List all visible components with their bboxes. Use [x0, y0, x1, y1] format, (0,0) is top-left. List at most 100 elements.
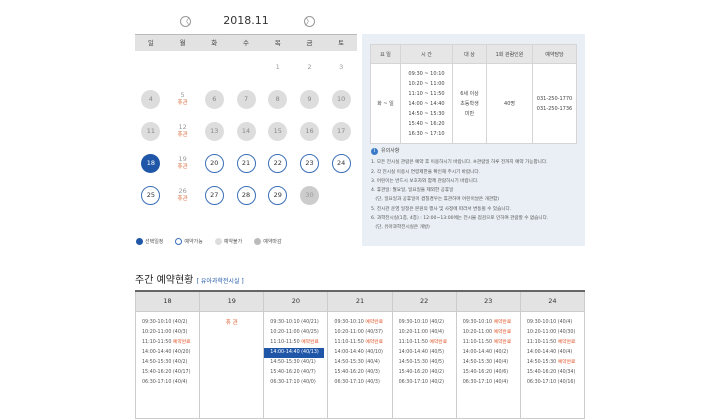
- day-circle: 11: [141, 121, 161, 141]
- calendar-day[interactable]: 24: [325, 147, 357, 179]
- time-slot[interactable]: 09:30-10:10 (40/2): [136, 318, 199, 328]
- day-circle: 8: [268, 89, 288, 109]
- slot-time: 11:10-11:50: [462, 339, 494, 345]
- time-slot[interactable]: 14:50-15:30 예약완료: [521, 358, 584, 368]
- time-slot[interactable]: 15:40-16:20 (40/17): [136, 368, 199, 378]
- slot-time: 06:30-17:10 (40/4): [142, 380, 188, 386]
- slot-time: 14:00-14:40 (40/10): [334, 349, 383, 355]
- calendar-day: 5 휴관: [167, 83, 199, 115]
- time-slot[interactable]: 09:30-10:10 (40/4): [521, 318, 584, 328]
- calendar-day[interactable]: 20: [198, 147, 230, 179]
- time-slot[interactable]: 09:30-10:10 (40/2): [393, 318, 456, 328]
- time-slot[interactable]: 11:10-11:50 예약완료: [136, 338, 199, 348]
- slot-time: 14:00-14:40 (40/4): [526, 349, 573, 355]
- slot-time: 14:50-15:30 (40/2): [142, 359, 188, 365]
- time-slot[interactable]: 06:30-17:10 (40/16): [521, 378, 584, 388]
- slot-time: 15:40-16:20 (40/2): [398, 369, 444, 375]
- time-slot[interactable]: 14:00-14:40 (40/13): [264, 347, 325, 358]
- info-line: 14:00 ~ 14:40: [408, 100, 445, 107]
- time-slot[interactable]: 06:30-17:10 (40/4): [457, 378, 520, 388]
- time-slot[interactable]: 09:30-10:10 (40/21): [264, 318, 327, 328]
- calendar-day: [325, 179, 357, 211]
- time-slot[interactable]: 10:20-11:00 (40/25): [264, 328, 327, 338]
- calendar-legend: 선택일정 예약가능 예약불가 예약마감: [136, 238, 282, 245]
- time-slot[interactable]: 15:40-16:20 (40/3): [328, 368, 391, 378]
- header-capacity: 1회 관람인원: [486, 44, 533, 64]
- day-circle: 30: [299, 185, 319, 205]
- time-slot[interactable]: 15:40-16:20 (40/2): [393, 368, 456, 378]
- slot-time: 11:10-11:50: [526, 339, 558, 345]
- calendar-weekday-header: 일월화수목금토: [135, 34, 357, 51]
- time-slot[interactable]: 10:20-11:00 (40/4): [393, 328, 456, 338]
- calendar-day[interactable]: 21: [230, 147, 262, 179]
- time-slot[interactable]: 14:50-15:30 (40/4): [328, 358, 391, 368]
- calendar-day: 8: [262, 83, 294, 115]
- day-number: 12: [178, 123, 187, 131]
- time-slot[interactable]: 10:20-11:00 (40/30): [521, 328, 584, 338]
- day-circle[interactable]: 24: [331, 153, 351, 173]
- time-slot[interactable]: 10:20-11:00 예약완료: [457, 328, 520, 338]
- time-slot[interactable]: 06:30-17:10 (40/2): [393, 378, 456, 388]
- weekly-day-header: 20: [263, 291, 329, 311]
- time-slot[interactable]: 06:30-17:10 (40/0): [264, 378, 327, 388]
- time-slot[interactable]: 06:30-17:10 (40/4): [136, 378, 199, 388]
- time-slot[interactable]: 14:00-14:40 (40/2): [457, 348, 520, 358]
- calendar-day[interactable]: 18: [135, 147, 167, 179]
- time-slot[interactable]: 11:10-11:50 예약완료: [521, 338, 584, 348]
- calendar-day: 3: [325, 51, 357, 83]
- slot-time: 14:50-15:30 (40/4): [462, 359, 509, 365]
- time-slot[interactable]: 15:40-16:20 (40/34): [521, 368, 584, 378]
- calendar-day[interactable]: 27: [198, 179, 230, 211]
- time-slot[interactable]: 14:50-15:30 (40/4): [457, 358, 520, 368]
- day-circle[interactable]: 20: [204, 153, 224, 173]
- time-slot[interactable]: 15:40-16:20 (40/7): [264, 368, 327, 378]
- time-slot[interactable]: 15:40-16:20 (40/6): [457, 368, 520, 378]
- time-slot[interactable]: 11:10-11:50 예약완료: [264, 338, 327, 348]
- note-item: (단, 일요일과 공휴일이 겹칠경우는 휴관하며 어린이날은 개관함): [371, 197, 500, 203]
- weekday-label: 일: [147, 39, 154, 47]
- calendar-day[interactable]: 28: [230, 179, 262, 211]
- weekly-day-header: 24: [519, 291, 586, 311]
- time-slot[interactable]: 10:20-11:00 (40/3): [136, 328, 199, 338]
- time-slot[interactable]: 14:50-15:30 (40/1): [264, 358, 327, 368]
- calendar-day[interactable]: 29: [262, 179, 294, 211]
- day-circle[interactable]: 21: [236, 153, 256, 173]
- day-circle[interactable]: 18: [141, 153, 161, 173]
- time-slot[interactable]: 14:50-15:30 (40/5): [393, 358, 456, 368]
- note-item: 5. 전시관 운영 일정은 본원의 행사 및 사정에 따라서 변동될 수 있습니…: [371, 206, 512, 212]
- calendar-day[interactable]: 25: [135, 179, 167, 211]
- time-slot[interactable]: 14:00-14:40 (40/10): [328, 348, 391, 358]
- day-circle[interactable]: 27: [204, 185, 224, 205]
- next-month-button[interactable]: 〉: [304, 16, 315, 27]
- time-slot[interactable]: 11:10-11:50 예약완료: [393, 338, 456, 348]
- slot-time: 10:20-11:00 (40/30): [526, 329, 576, 335]
- calendar-day: 16: [294, 115, 326, 147]
- slot-time: 14:00-14:40 (40/5): [398, 349, 444, 355]
- slot-time: 09:30-10:10 (40/2): [398, 319, 444, 325]
- day-circle[interactable]: 25: [141, 185, 161, 205]
- day-circle[interactable]: 23: [299, 153, 319, 173]
- day-number: 3: [339, 63, 344, 71]
- time-slot[interactable]: 06:30-17:10 (40/3): [328, 378, 391, 388]
- time-slot[interactable]: 11:10-11:50 예약완료: [328, 338, 391, 348]
- weekly-day-column: 09:30-10:10 (40/4) 10:20-11:00 (40/30) 11:…: [519, 310, 586, 419]
- day-circle[interactable]: 22: [268, 153, 288, 173]
- time-slot[interactable]: 14:50-15:30 (40/2): [136, 358, 199, 368]
- calendar-day[interactable]: 22: [262, 147, 294, 179]
- calendar-day[interactable]: 23: [294, 147, 326, 179]
- prev-month-button[interactable]: 〈: [180, 16, 191, 27]
- info-line: 11:10 ~ 11:50: [408, 90, 445, 97]
- time-slot[interactable]: 10:20-11:00 (40/37): [328, 328, 391, 338]
- weekday-label: 금: [306, 39, 313, 47]
- time-slot[interactable]: 09:30-10:10 예약완료: [457, 318, 520, 328]
- time-slot[interactable]: 14:00-14:40 (40/5): [393, 348, 456, 358]
- time-slot[interactable]: 14:00-14:40 (40/4): [521, 348, 584, 358]
- slot-time: 10:20-11:00: [462, 329, 494, 335]
- day-circle[interactable]: 28: [236, 185, 256, 205]
- day-circle: 9: [299, 89, 319, 109]
- time-slot[interactable]: 09:30-10:10 예약완료: [328, 318, 391, 328]
- time-slot[interactable]: 14:00-14:40 (40/20): [136, 348, 199, 358]
- day-circle[interactable]: 29: [268, 185, 288, 205]
- slot-time: 11:10-11:50: [334, 339, 366, 345]
- time-slot[interactable]: 11:10-11:50 예약완료: [457, 338, 520, 348]
